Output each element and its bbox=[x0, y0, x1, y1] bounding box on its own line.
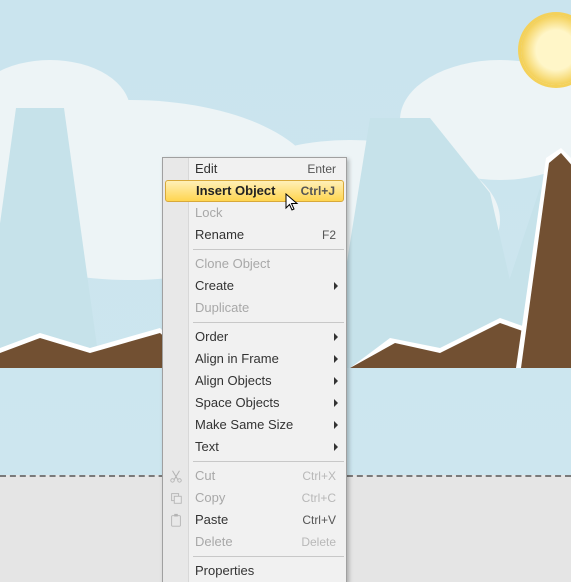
menu-item-edit[interactable]: EditEnter bbox=[163, 158, 346, 180]
menu-item-duplicate: Duplicate bbox=[163, 297, 346, 319]
menu-item-shortcut: Ctrl+X bbox=[302, 465, 336, 487]
game-editor-canvas: EditEnterInsert ObjectCtrl+JLockRenameF2… bbox=[0, 0, 571, 582]
menu-item-rename[interactable]: RenameF2 bbox=[163, 224, 346, 246]
menu-separator bbox=[193, 461, 344, 462]
menu-item-paste[interactable]: PasteCtrl+V bbox=[163, 509, 346, 531]
paste-icon bbox=[168, 512, 184, 528]
menu-item-label: Create bbox=[195, 275, 336, 297]
menu-item-label: Clone Object bbox=[195, 253, 336, 275]
menu-item-shortcut: Enter bbox=[307, 158, 336, 180]
menu-item-order[interactable]: Order bbox=[163, 326, 346, 348]
menu-item-label: Delete bbox=[195, 531, 301, 553]
menu-item-label: Lock bbox=[195, 202, 336, 224]
menu-separator bbox=[193, 556, 344, 557]
menu-item-label: Rename bbox=[195, 224, 322, 246]
menu-item-label: Text bbox=[195, 436, 336, 458]
menu-item-shortcut: F2 bbox=[322, 224, 336, 246]
chevron-right-icon bbox=[334, 421, 338, 429]
menu-item-label: Duplicate bbox=[195, 297, 336, 319]
menu-item-space-objects[interactable]: Space Objects bbox=[163, 392, 346, 414]
context-menu[interactable]: EditEnterInsert ObjectCtrl+JLockRenameF2… bbox=[162, 157, 347, 582]
menu-item-clone-object: Clone Object bbox=[163, 253, 346, 275]
menu-item-shortcut: Delete bbox=[301, 531, 336, 553]
menu-item-insert-object[interactable]: Insert ObjectCtrl+J bbox=[165, 180, 344, 202]
chevron-right-icon bbox=[334, 399, 338, 407]
chevron-right-icon bbox=[334, 333, 338, 341]
chevron-right-icon bbox=[334, 355, 338, 363]
menu-item-label: Insert Object bbox=[196, 180, 301, 202]
menu-item-copy: CopyCtrl+C bbox=[163, 487, 346, 509]
menu-item-label: Paste bbox=[195, 509, 302, 531]
copy-icon bbox=[168, 490, 184, 506]
menu-item-label: Properties bbox=[195, 560, 336, 582]
menu-separator bbox=[193, 249, 344, 250]
menu-item-shortcut: Ctrl+J bbox=[301, 180, 335, 202]
menu-item-label: Align Objects bbox=[195, 370, 336, 392]
chevron-right-icon bbox=[334, 377, 338, 385]
menu-item-create[interactable]: Create bbox=[163, 275, 346, 297]
menu-item-label: Align in Frame bbox=[195, 348, 336, 370]
menu-item-label: Cut bbox=[195, 465, 302, 487]
chevron-right-icon bbox=[334, 282, 338, 290]
menu-item-label: Copy bbox=[195, 487, 302, 509]
menu-item-cut: CutCtrl+X bbox=[163, 465, 346, 487]
menu-item-label: Order bbox=[195, 326, 336, 348]
menu-item-shortcut: Ctrl+C bbox=[302, 487, 336, 509]
cut-icon bbox=[168, 468, 184, 484]
chevron-right-icon bbox=[334, 443, 338, 451]
menu-item-properties[interactable]: Properties bbox=[163, 560, 346, 582]
menu-item-make-same-size[interactable]: Make Same Size bbox=[163, 414, 346, 436]
menu-item-shortcut: Ctrl+V bbox=[302, 509, 336, 531]
menu-item-text[interactable]: Text bbox=[163, 436, 346, 458]
menu-item-label: Make Same Size bbox=[195, 414, 336, 436]
menu-item-lock: Lock bbox=[163, 202, 346, 224]
menu-item-delete: DeleteDelete bbox=[163, 531, 346, 553]
menu-item-label: Edit bbox=[195, 158, 307, 180]
menu-item-align-objects[interactable]: Align Objects bbox=[163, 370, 346, 392]
menu-separator bbox=[193, 322, 344, 323]
menu-item-align-in-frame[interactable]: Align in Frame bbox=[163, 348, 346, 370]
peak bbox=[486, 148, 571, 368]
menu-item-label: Space Objects bbox=[195, 392, 336, 414]
